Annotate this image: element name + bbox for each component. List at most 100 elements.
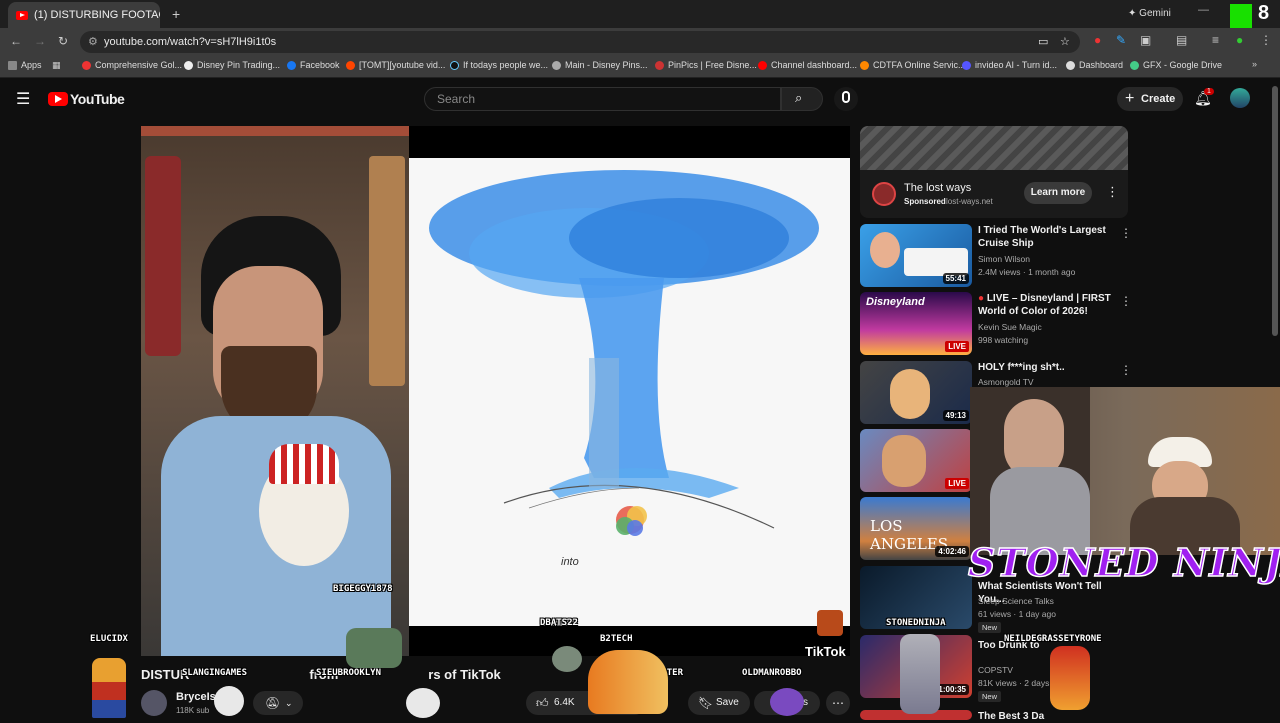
viewer-tag: SLANGINGAMES [182, 668, 248, 678]
bookmark-apps[interactable]: Apps [8, 60, 42, 70]
save-button[interactable]: 🔖︎ Save [688, 691, 750, 715]
bell-off-icon: 🔕︎ [265, 696, 281, 710]
bookmark-11[interactable]: Dashboard [1066, 60, 1123, 70]
bookmark-5[interactable]: If todays people we... [450, 60, 548, 70]
viewer-tag: SIEUBROOKLYN [316, 668, 382, 678]
sprite-character-icon [552, 646, 582, 672]
sponsored-ad-card[interactable]: The lost ways Sponsored lost-ways.net Le… [860, 126, 1128, 218]
sidepanel-icon[interactable]: ▤ [1176, 33, 1187, 47]
rec-video-1[interactable]: 55:41 I Tried The World's Largest Cruise… [860, 224, 1132, 288]
tiktok-video-frame: into [409, 158, 850, 626]
rec-title: The Best 3 Da [978, 711, 1045, 722]
microphone-icon [842, 91, 850, 103]
live-dot-icon: ● [978, 293, 987, 304]
extension-blue-icon[interactable]: ✎ [1116, 33, 1126, 47]
back-icon[interactable]: ← [10, 34, 22, 48]
bookmark-2[interactable]: Disney Pin Trading... [184, 60, 280, 70]
plus-icon: + [1125, 90, 1135, 107]
viewer-tag: OLDMANROBBO [742, 668, 802, 678]
grid-icon[interactable]: ▦ [52, 60, 61, 71]
rec-menu-icon[interactable]: ⋮ [1120, 226, 1132, 240]
more-actions-button[interactable]: ⋯ [826, 691, 850, 715]
youtube-wordmark[interactable]: YouTube [70, 91, 125, 107]
browser-menu-icon[interactable]: ⋮ [1260, 33, 1272, 47]
minimize-icon[interactable]: — [1198, 4, 1209, 16]
more-bookmarks-icon[interactable]: » [1252, 59, 1257, 69]
ad-banner-image [860, 126, 1128, 170]
youtube-favicon-icon [16, 10, 28, 20]
viewer-tag: DBATS22 [540, 618, 578, 628]
rec-title: ● LIVE – Disneyland | FIRST World of Col… [978, 293, 1111, 317]
webcam-tag: BIGEGGY1878 [333, 584, 393, 594]
viewer-tag: ELUCIDX [90, 634, 128, 644]
kick-logo-icon [1230, 4, 1252, 28]
streamer-webcam: BIGEGGY1878 [141, 126, 409, 656]
cast-icon[interactable]: ▭ [1038, 31, 1048, 53]
bookmark-7[interactable]: PinPics | Free Disne... [655, 60, 757, 70]
duration-badge: 49:13 [942, 410, 969, 421]
subscribed-button[interactable]: 🔕︎ ⌄ [253, 691, 303, 715]
profile-avatar-icon[interactable]: ● [1236, 33, 1243, 47]
bookmark-9[interactable]: CDTFA Online Servic... [860, 60, 966, 70]
ad-logo-icon [872, 182, 896, 206]
rec-thumbnail: LOS ANGELES 4:02:46 [860, 497, 972, 560]
youtube-logo-icon[interactable] [48, 92, 68, 106]
rec-meta: 61 views · 1 day ago [978, 609, 1056, 619]
new-tab-icon[interactable]: + [172, 6, 180, 22]
gemini-button[interactable]: ✦ Gemini [1128, 8, 1171, 19]
search-input[interactable]: Search [424, 87, 781, 111]
rec-channel: Sleep Science Talks [978, 596, 1054, 606]
channel-avatar[interactable] [141, 690, 167, 716]
create-button[interactable]: + Create [1117, 87, 1183, 111]
rec-menu-icon[interactable]: ⋮ [1120, 294, 1132, 308]
thumbs-up-icon[interactable]: 👍︎ [536, 691, 549, 715]
wall-signs-image [369, 156, 405, 386]
bookmark-12[interactable]: GFX - Google Drive [1130, 60, 1222, 70]
bookmark-3[interactable]: Facebook [287, 60, 340, 70]
rec-thumbnail: LIVE [860, 429, 972, 492]
sprite-character-icon [588, 650, 668, 714]
bookmark-4[interactable]: [TOMT][youtube vid... [346, 60, 445, 70]
hamburger-menu-icon[interactable]: ☰ [16, 89, 30, 109]
bookmark-6[interactable]: Main - Disney Pins... [552, 60, 648, 70]
notification-count-badge: 1 [1204, 88, 1214, 95]
chevron-down-icon: ⌄ [285, 698, 293, 708]
bookmark-1[interactable]: Comprehensive Gol... [82, 60, 182, 70]
media-icon[interactable]: ≡ [1212, 33, 1219, 47]
page-scrollbar[interactable] [1272, 86, 1278, 336]
account-avatar[interactable] [1230, 88, 1250, 108]
rec-video-8[interactable]: The Best 3 Da [860, 710, 1130, 722]
viewer-tag: NEILDEGRASSETYRONE [1004, 634, 1102, 644]
address-bar-row: ← → ↻ ⚙ youtube.com/watch?v=sH7lH9i1t0s … [0, 28, 1280, 56]
video-caption: into [561, 556, 579, 568]
extensions-puzzle-icon[interactable]: ▣ [1140, 33, 1151, 47]
rec-meta: 998 watching [978, 335, 1029, 345]
reload-icon[interactable]: ↻ [58, 34, 68, 48]
rec-meta: 81K views · 2 days ag [978, 678, 1062, 688]
more-horizontal-icon: ⋯ [832, 696, 844, 710]
bookmark-10[interactable]: invideo AI - Turn id... [962, 60, 1057, 70]
shirt-hat-graphic [269, 444, 339, 484]
bookmark-star-icon[interactable]: ☆ [1060, 31, 1070, 53]
extension-red-icon[interactable]: ● [1094, 33, 1101, 47]
learn-more-button[interactable]: Learn more [1024, 182, 1092, 204]
site-info-icon[interactable]: ⚙ [88, 31, 98, 53]
sprite-character-icon [900, 634, 940, 714]
rec-thumbnail: 49:13 [860, 361, 972, 424]
ad-menu-icon[interactable]: ⋮ [1106, 184, 1119, 200]
url-field[interactable]: ⚙ youtube.com/watch?v=sH7lH9i1t0s ▭ ☆ [80, 31, 1080, 53]
browser-tab-youtube[interactable]: (1) DISTURBING FOOTAGE ✕ [8, 2, 160, 28]
sprite-character-icon [406, 688, 440, 718]
search-icon: ⌕ [795, 90, 803, 105]
rec-menu-icon[interactable]: ⋮ [1120, 363, 1132, 377]
apps-grid-icon [8, 60, 17, 70]
bookmark-8[interactable]: Channel dashboard... [758, 60, 857, 70]
tiktok-avatar-image [817, 610, 843, 636]
video-player[interactable]: BIGEGGY1878 into TikTok [141, 126, 850, 656]
search-button[interactable]: ⌕ [781, 87, 823, 111]
rec-video-2[interactable]: Disneyland LIVE ● LIVE – Disneyland | FI… [860, 292, 1132, 356]
browser-tab-bar: (1) DISTURBING FOOTAGE ✕ + ✦ Gemini — 8 [0, 0, 1280, 28]
forward-icon[interactable]: → [34, 34, 46, 48]
voice-search-button[interactable] [834, 87, 858, 111]
new-badge: New [978, 691, 1002, 702]
